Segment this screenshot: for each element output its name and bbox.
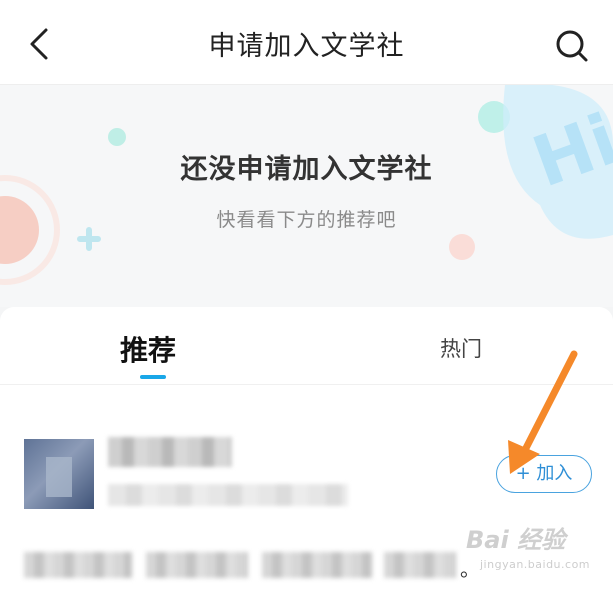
divider <box>0 384 613 385</box>
join-button[interactable]: + 加入 <box>496 455 592 493</box>
search-icon[interactable] <box>552 26 592 66</box>
decorative-bubbles-illustration: Hi <box>0 85 613 285</box>
watermark-url: jingyan.baidu.com <box>480 558 591 571</box>
baidu-jingyan-watermark: Bai 经验 jingyan.baidu.com <box>466 514 606 584</box>
blurred-text <box>262 552 372 578</box>
nav-bar: 申请加入文学社 <box>0 0 613 85</box>
club-description-blurred <box>108 484 348 506</box>
tab-popular[interactable]: 热门 <box>440 333 482 363</box>
active-tab-indicator <box>140 375 166 379</box>
page-title: 申请加入文学社 <box>208 31 405 62</box>
club-avatar <box>24 439 94 509</box>
tab-recommend[interactable]: 推荐 <box>120 329 176 369</box>
watermark-logo: Bai 经验 <box>466 526 566 554</box>
blurred-text <box>146 552 248 578</box>
blurred-text <box>24 552 132 578</box>
empty-state-title: 还没申请加入文学社 <box>180 154 433 185</box>
blurred-text <box>384 552 456 578</box>
empty-state-banner: Hi 还没申请加入文学社 快看看下方的推荐吧 <box>0 85 613 307</box>
empty-state-subtitle: 快看看下方的推荐吧 <box>216 209 397 231</box>
club-name-blurred <box>108 437 232 467</box>
